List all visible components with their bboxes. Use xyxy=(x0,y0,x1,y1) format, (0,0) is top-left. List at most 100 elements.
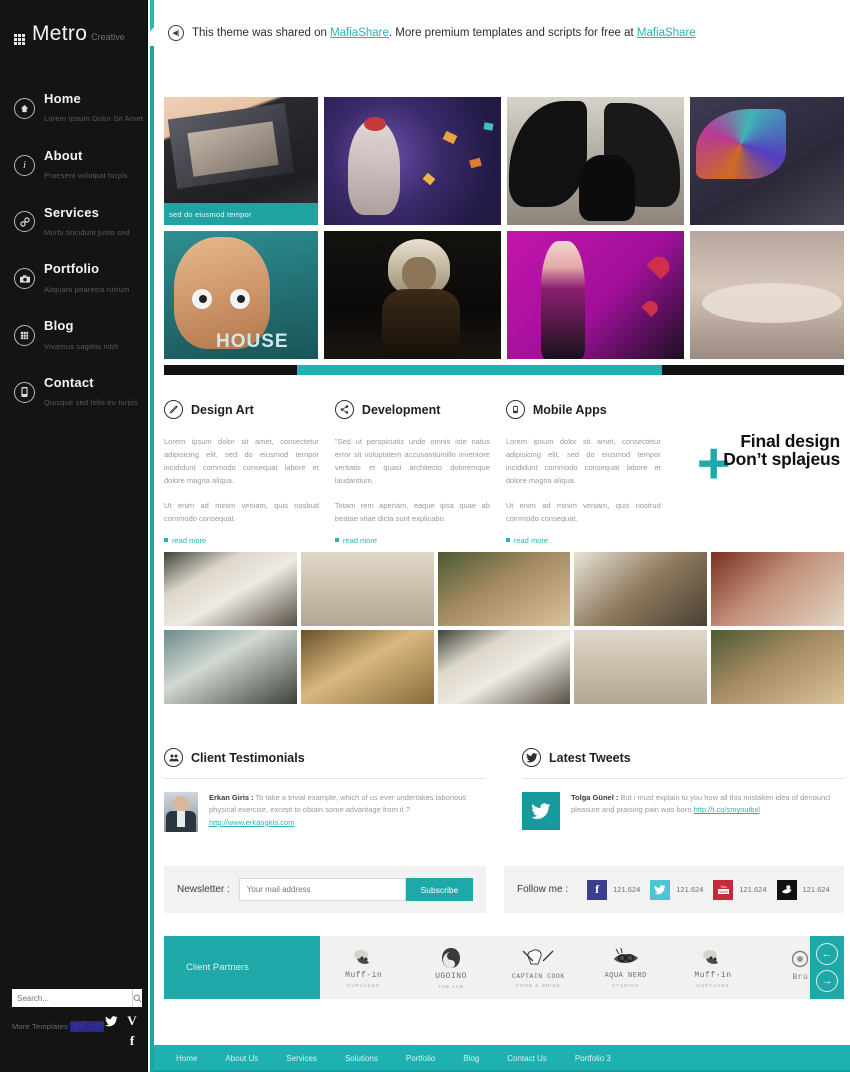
dribbble-count: 121.624 xyxy=(802,885,830,894)
footer-link-home[interactable]: Home xyxy=(176,1054,197,1063)
sidebar-item-portfolio[interactable]: Portfolio Aliquam pharetra rutrum xyxy=(0,250,147,307)
slider-row-2: HOUSE xyxy=(164,231,844,359)
twitter-icon[interactable] xyxy=(104,1014,118,1028)
rewind-icon[interactable]: ◀| xyxy=(168,25,184,41)
twitter-icon[interactable] xyxy=(650,879,671,900)
footer-link-blog[interactable]: Blog xyxy=(463,1054,479,1063)
search-input[interactable] xyxy=(12,989,132,1007)
slider-tile[interactable] xyxy=(324,231,501,359)
newsletter-box: Newsletter : Subscribe xyxy=(164,866,486,913)
twitter-icon xyxy=(522,748,541,767)
sidebar-item-blog[interactable]: Blog Vivamus sagittis nibh xyxy=(0,307,147,364)
final-design-banner: + Final design Don’t splajeus xyxy=(677,400,844,545)
newsletter-email-input[interactable] xyxy=(246,885,398,894)
read-more-link[interactable]: read more xyxy=(505,536,661,545)
facebook-count: 121.624 xyxy=(613,885,641,894)
newsletter-input-wrap[interactable] xyxy=(238,878,406,901)
partner-logo[interactable]: Muff-in CUPCAKES xyxy=(320,948,407,988)
gallery-tile[interactable] xyxy=(164,630,297,704)
footer-link-portfolio-3[interactable]: Portfolio 3 xyxy=(575,1054,611,1063)
partner-name: Muff-in xyxy=(694,970,732,980)
pencil-icon xyxy=(164,400,183,419)
service-title: Design Art xyxy=(191,402,254,417)
slider-tile[interactable]: HOUSE xyxy=(164,231,319,359)
read-more-link[interactable]: read more xyxy=(164,536,319,545)
facebook-icon[interactable]: f xyxy=(587,879,608,900)
partner-logo[interactable]: AQUA NERD STUDIOS xyxy=(582,947,669,988)
tweet-author: Tolga Günel : xyxy=(571,793,619,802)
arrow-right-icon[interactable]: → xyxy=(816,970,838,992)
vimeo-icon[interactable]: V xyxy=(125,1013,139,1028)
tweet-link[interactable]: http://t.co/smynuibxl xyxy=(694,805,760,814)
bullet-icon xyxy=(334,538,339,543)
gallery-tile[interactable] xyxy=(300,552,434,626)
camera-icon xyxy=(14,268,35,290)
clients-icon xyxy=(164,748,183,767)
footer-link-contact-us[interactable]: Contact Us xyxy=(507,1054,547,1063)
gallery-tile[interactable] xyxy=(164,552,297,626)
sidebar-item-about[interactable]: i About Praesent volutpat turpis xyxy=(0,137,147,194)
gallery-tile[interactable] xyxy=(711,552,844,626)
gallery-tile[interactable] xyxy=(711,630,844,704)
section-title: Client Testimonials xyxy=(191,750,305,765)
footer-link-portfolio[interactable]: Portfolio xyxy=(406,1054,435,1063)
partner-logo[interactable]: UGOINO THE LAB xyxy=(407,947,494,989)
partner-sub: FOOD & DRINK xyxy=(516,982,561,988)
partners-arrows: ← → xyxy=(810,936,844,999)
divider xyxy=(522,778,844,779)
sidebar-item-contact[interactable]: Contact Quisque sed felis eu turpis xyxy=(0,364,147,421)
search-icon[interactable] xyxy=(132,989,142,1007)
scroll-thumb[interactable] xyxy=(297,365,662,375)
tweet-item: Tolga Günel : But i must explain to you … xyxy=(522,792,844,830)
footer-link-services[interactable]: Services xyxy=(286,1054,317,1063)
slider-tile[interactable] xyxy=(507,231,684,359)
portfolio-slider: sed do eiusmod tempor HOUSE xyxy=(164,97,844,375)
read-more-link[interactable]: read more xyxy=(334,536,490,545)
sidebar-item-services[interactable]: Services Morbi tincidunt justo sed xyxy=(0,194,147,251)
partner-mark-icon xyxy=(792,950,809,968)
testimonial-link[interactable]: http://www.erkangiris.com xyxy=(209,818,294,827)
sidebar-item-label: Blog xyxy=(44,318,74,334)
sidebar-item-desc: Aliquam pharetra rutrum xyxy=(44,284,130,294)
slider-tile[interactable] xyxy=(507,97,684,225)
service-card-mobile-apps: Mobile Apps Lorem ipsum dolor sit amet, … xyxy=(505,400,661,545)
dribbble-icon[interactable] xyxy=(776,879,797,900)
slider-tile[interactable]: sed do eiusmod tempor xyxy=(164,97,319,225)
gallery-tile[interactable] xyxy=(574,630,708,704)
partner-logo[interactable]: Muff-in CUPCAKES xyxy=(669,948,756,988)
gallery-tile[interactable] xyxy=(437,630,571,704)
sidebar-item-label: Services xyxy=(44,204,100,220)
mafiashare-link-1[interactable]: MafiaShare xyxy=(330,27,389,39)
top-notice-text: This theme was shared on MafiaShare. Mor… xyxy=(192,27,696,39)
facebook-icon[interactable]: f xyxy=(125,1033,139,1048)
search-box[interactable] xyxy=(12,989,142,1007)
footer-link-about-us[interactable]: About Us xyxy=(225,1054,258,1063)
arrow-left-icon[interactable]: ← xyxy=(816,943,838,965)
service-card-development: Development "Sed ut perspiciatis unde om… xyxy=(334,400,490,545)
brand-logo[interactable]: Metro Creative xyxy=(0,0,147,48)
mafiashare-link-2[interactable]: MafiaShare xyxy=(637,27,696,39)
subscribe-button[interactable]: Subscribe xyxy=(406,878,473,901)
sidebar-socials: V f xyxy=(81,1013,139,1054)
slider-tile[interactable] xyxy=(689,231,844,359)
youtube-count: 121.624 xyxy=(739,885,767,894)
footer-link-solutions[interactable]: Solutions xyxy=(345,1054,378,1063)
gallery-tile[interactable] xyxy=(437,552,571,626)
youtube-icon[interactable]: You Tube xyxy=(713,879,734,900)
gallery-tile[interactable] xyxy=(574,552,708,626)
muffin-mark-icon xyxy=(702,949,718,964)
grid-icon xyxy=(14,325,35,347)
info-icon: i xyxy=(14,154,35,176)
service-paragraph-2: Totam rem aperiam, eaque ipsa quae ab be… xyxy=(334,500,490,523)
partner-logo[interactable]: CAPTAIN COOK FOOD & DRINK xyxy=(495,948,582,988)
slider-tile[interactable] xyxy=(324,97,501,225)
slider-scrollbar[interactable] xyxy=(164,365,844,375)
partners-title: Client Partners xyxy=(164,936,320,999)
sidebar-item-home[interactable]: Home Lorem Ipsum Dolor Sit Amet xyxy=(0,80,147,137)
newsletter-label: Newsletter : xyxy=(177,884,230,895)
gallery-tile[interactable] xyxy=(300,630,434,704)
partner-name: CAPTAIN COOK xyxy=(511,972,565,980)
slider-tile[interactable] xyxy=(689,97,844,225)
sidebar-item-desc: Morbi tincidunt justo sed xyxy=(44,227,130,237)
search-container xyxy=(12,989,142,1007)
